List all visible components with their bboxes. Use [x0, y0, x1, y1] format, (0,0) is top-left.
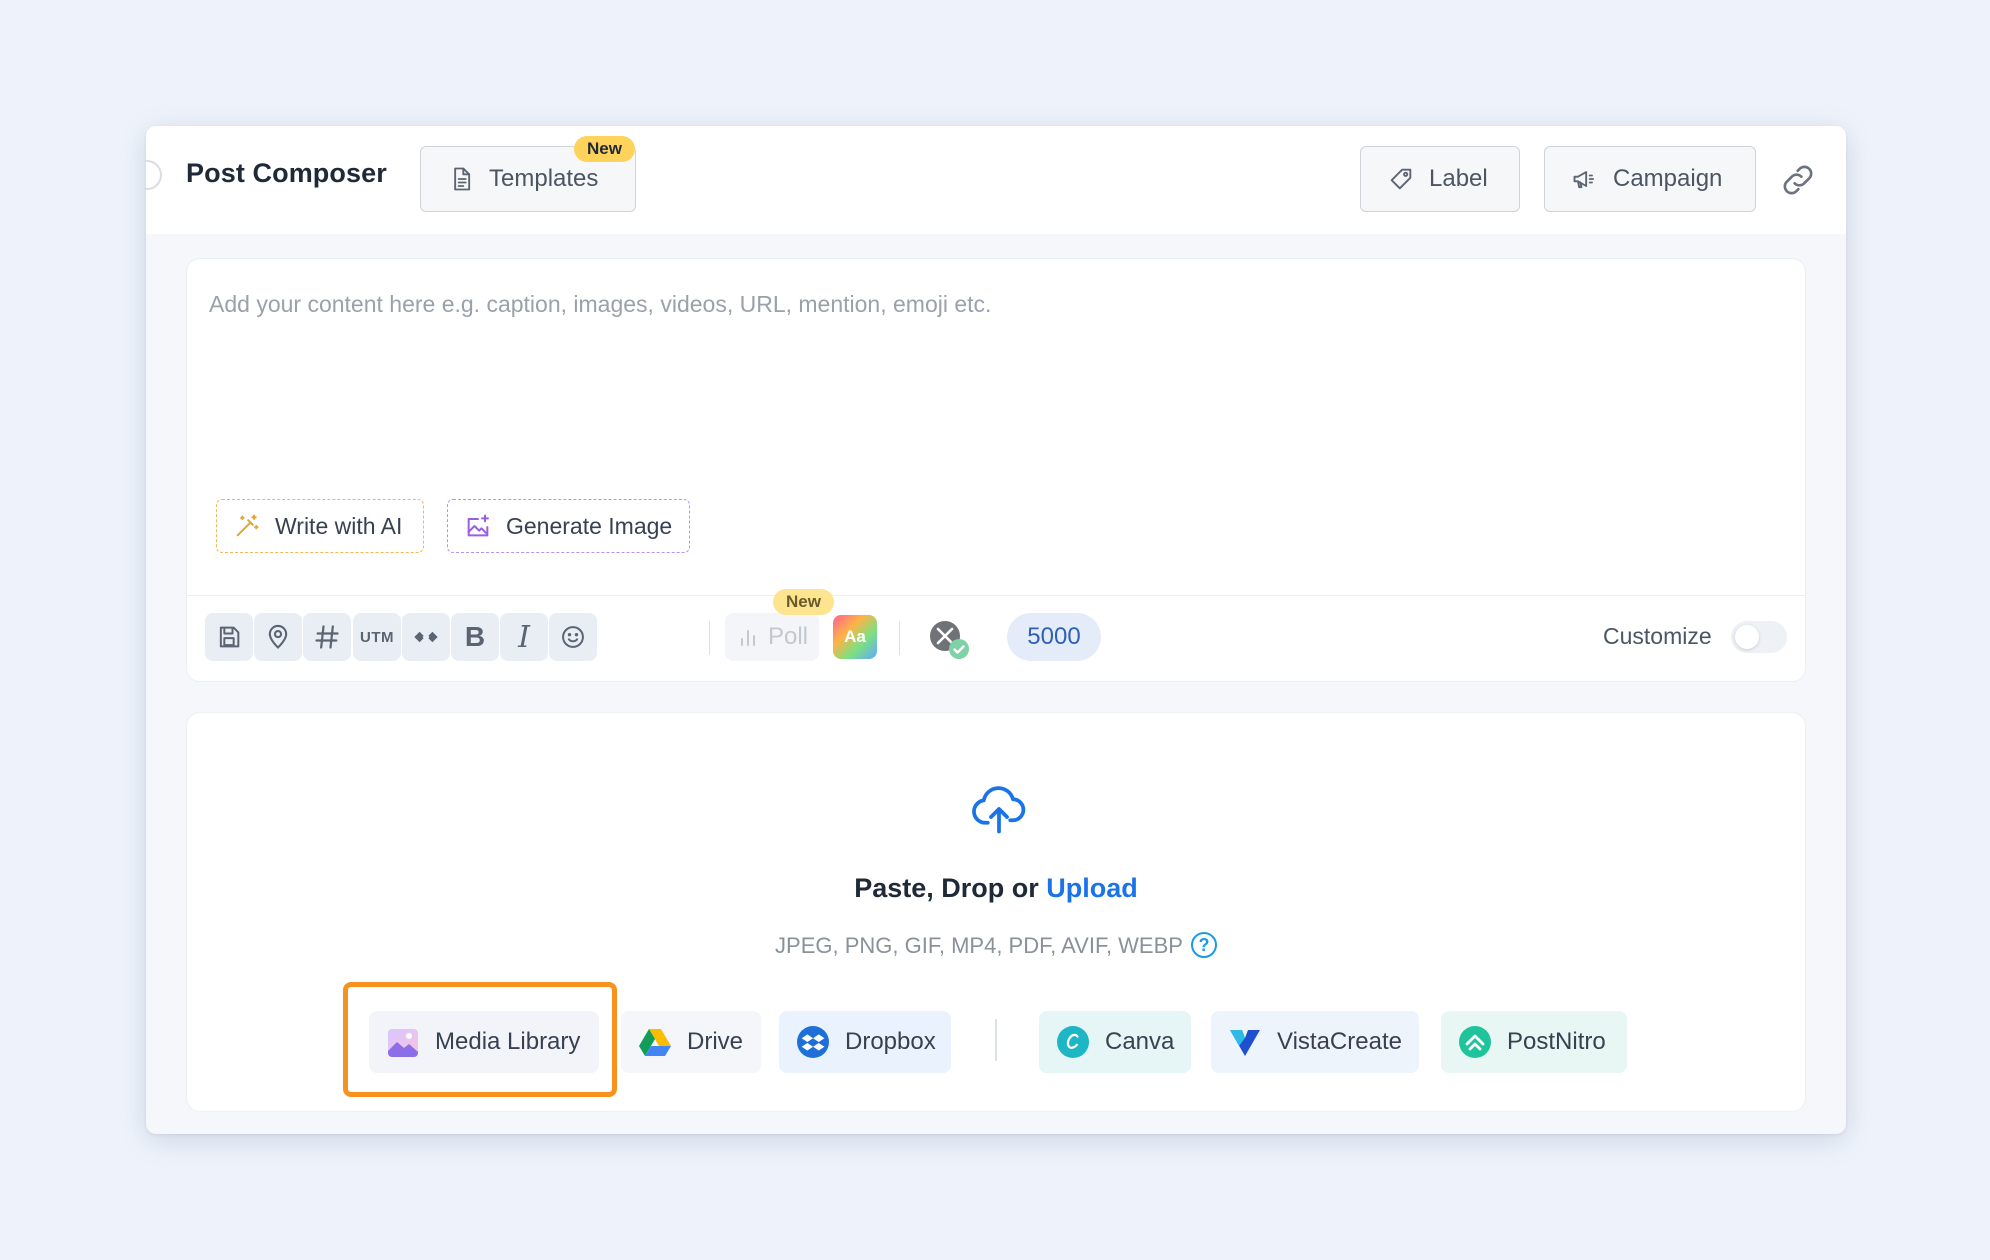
content-editor[interactable]: Add your content here e.g. caption, imag…: [186, 258, 1806, 682]
ai-image-icon: [467, 514, 489, 537]
emoji-button[interactable]: [549, 613, 597, 661]
save-icon: [219, 626, 240, 648]
label-button-label: Label: [1429, 165, 1488, 192]
back-button[interactable]: [146, 160, 162, 190]
hashtag-icon: [315, 625, 339, 649]
poll-new-badge: New: [773, 589, 834, 615]
vistacreate-label: VistaCreate: [1277, 1028, 1402, 1055]
hashtag-button[interactable]: [303, 613, 351, 661]
upload-link[interactable]: Upload: [1046, 873, 1138, 903]
page-title: Post Composer: [186, 158, 387, 188]
new-badge: New: [574, 136, 635, 162]
toolbar-divider: [187, 595, 1805, 596]
media-library-label: Media Library: [435, 1028, 581, 1055]
text-style-label: Aa: [844, 627, 866, 646]
poll-label: Poll: [767, 623, 809, 650]
customize-toggle[interactable]: [1731, 621, 1787, 653]
postnitro-button[interactable]: PostNitro: [1441, 1011, 1627, 1073]
generate-image-button[interactable]: Generate Image: [447, 499, 690, 553]
shortener-button[interactable]: [402, 613, 450, 661]
dropbox-button[interactable]: Dropbox: [779, 1011, 951, 1073]
drive-button[interactable]: Drive: [621, 1011, 761, 1073]
location-button[interactable]: [254, 613, 302, 661]
cloud-upload-icon: [972, 786, 1026, 834]
vistacreate-button[interactable]: VistaCreate: [1211, 1011, 1419, 1073]
poll-button[interactable]: Poll: [725, 613, 819, 661]
postnitro-label: PostNitro: [1507, 1028, 1606, 1055]
media-library-button[interactable]: Media Library: [369, 1011, 599, 1073]
canva-icon: [1057, 1026, 1089, 1058]
write-with-ai-label: Write with AI: [275, 512, 403, 539]
supported-formats: JPEG, PNG, GIF, MP4, PDF, AVIF, WEBP?: [187, 932, 1805, 959]
utm-button[interactable]: UTM: [353, 613, 401, 661]
google-drive-icon: [639, 1029, 671, 1056]
bar-chart-icon: [740, 630, 755, 646]
customize-label: Customize: [1603, 623, 1712, 649]
dropbox-icon: [797, 1026, 829, 1058]
bold-icon: B: [464, 621, 486, 652]
toolbar-separator: [709, 621, 710, 655]
location-pin-icon: [268, 624, 288, 649]
bold-button[interactable]: B: [451, 613, 499, 661]
infinity-link-icon: [414, 631, 438, 643]
document-icon: [454, 167, 471, 191]
canva-label: Canva: [1105, 1028, 1175, 1055]
save-draft-button[interactable]: [205, 613, 253, 661]
content-placeholder: Add your content here e.g. caption, imag…: [209, 291, 992, 317]
link-icon[interactable]: [1778, 160, 1818, 200]
megaphone-icon: [1573, 171, 1595, 189]
composer-header: Post Composer Templates New Label Campai…: [146, 126, 1846, 234]
canva-button[interactable]: Canva: [1039, 1011, 1191, 1073]
formats-text: JPEG, PNG, GIF, MP4, PDF, AVIF, WEBP: [775, 933, 1183, 958]
text-style-button[interactable]: Aa: [833, 615, 877, 659]
character-count: 5000: [1007, 613, 1101, 661]
x-account-icon[interactable]: [925, 615, 975, 665]
italic-button[interactable]: I: [500, 613, 548, 661]
write-with-ai-button[interactable]: Write with AI: [216, 499, 424, 553]
media-library-icon: [388, 1029, 418, 1057]
magic-wand-icon: [236, 514, 259, 537]
utm-label: UTM: [360, 628, 394, 646]
vistacreate-icon: [1230, 1030, 1260, 1056]
toolbar-separator: [899, 621, 900, 655]
smiley-icon: [562, 626, 584, 648]
upload-prompt: Paste, Drop or Upload: [187, 873, 1805, 904]
campaign-button[interactable]: Campaign: [1544, 146, 1756, 212]
media-upload-area[interactable]: Paste, Drop or Upload JPEG, PNG, GIF, MP…: [186, 712, 1806, 1112]
italic-icon: I: [518, 619, 530, 655]
generate-image-label: Generate Image: [506, 512, 673, 539]
postnitro-icon: [1459, 1026, 1491, 1058]
post-composer-card: Post Composer Templates New Label Campai…: [146, 126, 1846, 1134]
dropbox-label: Dropbox: [845, 1028, 936, 1055]
tag-icon: [1390, 168, 1412, 190]
upload-prompt-text: Paste, Drop or: [854, 873, 1039, 903]
campaign-label: Campaign: [1613, 165, 1723, 192]
help-icon[interactable]: ?: [1190, 932, 1217, 959]
templates-label: Templates: [489, 165, 599, 192]
drive-label: Drive: [687, 1028, 744, 1055]
label-button[interactable]: Label: [1360, 146, 1520, 212]
source-separator: [995, 1019, 997, 1061]
